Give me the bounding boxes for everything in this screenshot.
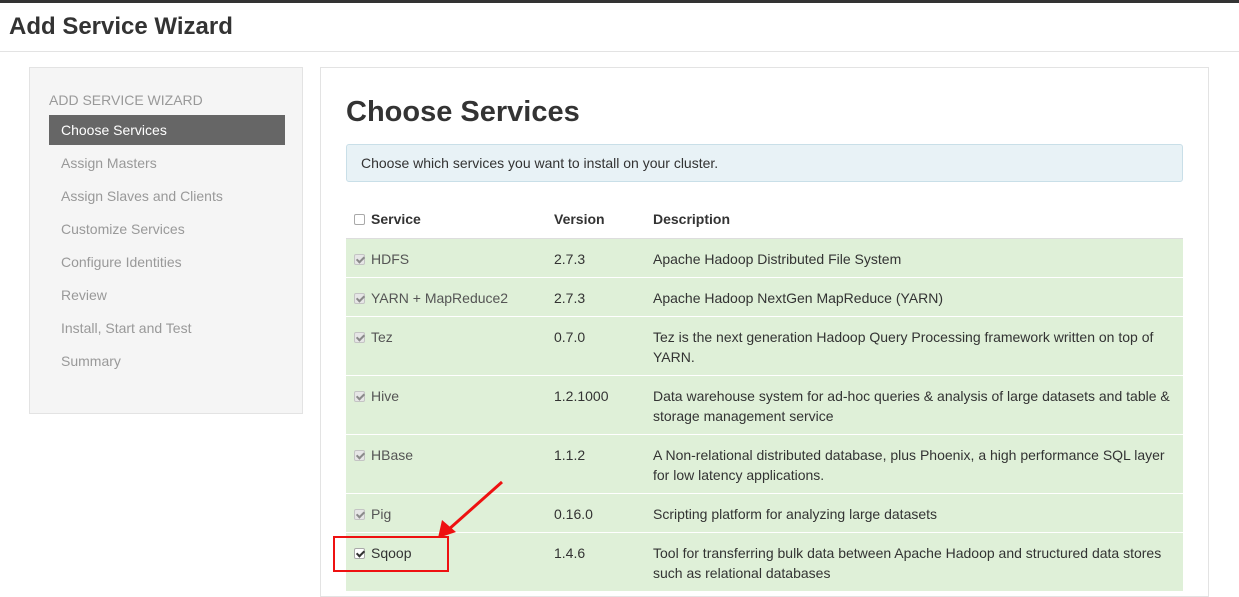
- header-description: Description: [653, 200, 1183, 239]
- header-service: Service: [346, 200, 554, 239]
- service-checkbox: [354, 332, 365, 343]
- service-name: HBase: [371, 447, 414, 463]
- step-assign-slaves-clients: Assign Slaves and Clients: [61, 188, 223, 204]
- service-name: Tez: [371, 329, 393, 345]
- version-cell: 1.4.6: [554, 532, 653, 591]
- service-checkbox: [354, 509, 365, 520]
- service-cell: Hive: [346, 375, 554, 435]
- page-header: Add Service Wizard: [0, 3, 1239, 52]
- description-cell: Apache Hadoop Distributed File System: [653, 238, 1183, 278]
- select-all-checkbox[interactable]: [354, 214, 365, 225]
- table-row: YARN + MapReduce2 2.7.3 Apache Hadoop Ne…: [346, 277, 1183, 317]
- step-assign-masters: Assign Masters: [61, 155, 157, 171]
- description-cell: Data warehouse system for ad-hoc queries…: [653, 375, 1183, 435]
- wizard-steps: Choose Services Assign Masters Assign Sl…: [49, 115, 285, 379]
- service-name: Pig: [371, 506, 392, 522]
- step-configure-identities: Configure Identities: [61, 254, 182, 270]
- wizard-sidebar: ADD SERVICE WIZARD Choose Services Assig…: [29, 67, 303, 414]
- service-name: Hive: [371, 388, 400, 404]
- header-version: Version: [554, 200, 653, 239]
- section-title: Choose Services: [346, 96, 580, 128]
- table-row: HDFS 2.7.3 Apache Hadoop Distributed Fil…: [346, 238, 1183, 278]
- step-install-start-test: Install, Start and Test: [61, 320, 192, 336]
- info-alert: Choose which services you want to instal…: [346, 144, 1183, 182]
- description-cell: A Non-relational distributed database, p…: [653, 434, 1183, 494]
- table-row: Hive 1.2.1000 Data warehouse system for …: [346, 375, 1183, 435]
- version-cell: 2.7.3: [554, 277, 653, 317]
- version-cell: 1.1.2: [554, 434, 653, 494]
- sidebar-heading: ADD SERVICE WIZARD: [49, 92, 203, 108]
- service-cell: YARN + MapReduce2: [346, 277, 554, 317]
- description-cell: Tool for transferring bulk data between …: [653, 532, 1183, 591]
- service-cell: Tez: [346, 316, 554, 376]
- description-cell: Apache Hadoop NextGen MapReduce (YARN): [653, 277, 1183, 317]
- version-cell: 0.7.0: [554, 316, 653, 376]
- description-cell: Tez is the next generation Hadoop Query …: [653, 316, 1183, 376]
- page-title: Add Service Wizard: [9, 13, 233, 40]
- service-checkbox: [354, 254, 365, 265]
- version-cell: 2.7.3: [554, 238, 653, 278]
- step-summary: Summary: [61, 353, 121, 369]
- service-cell: HDFS: [346, 238, 554, 278]
- description-cell: Scripting platform for analyzing large d…: [653, 493, 1183, 533]
- header-service-label: Service: [371, 211, 421, 227]
- service-checkbox: [354, 391, 365, 402]
- version-cell: 1.2.1000: [554, 375, 653, 435]
- version-cell: 0.16.0: [554, 493, 653, 533]
- table-header-row: Service Version Description: [346, 200, 1183, 239]
- service-name: HDFS: [371, 251, 410, 267]
- service-checkbox: [354, 293, 365, 304]
- service-checkbox: [354, 450, 365, 461]
- annotation-arrow-icon: [438, 480, 503, 538]
- step-choose-services[interactable]: Choose Services: [49, 115, 285, 145]
- step-customize-services: Customize Services: [61, 221, 185, 237]
- service-name: YARN + MapReduce2: [371, 290, 509, 306]
- table-row: Tez 0.7.0 Tez is the next generation Had…: [346, 316, 1183, 376]
- step-review: Review: [61, 287, 107, 303]
